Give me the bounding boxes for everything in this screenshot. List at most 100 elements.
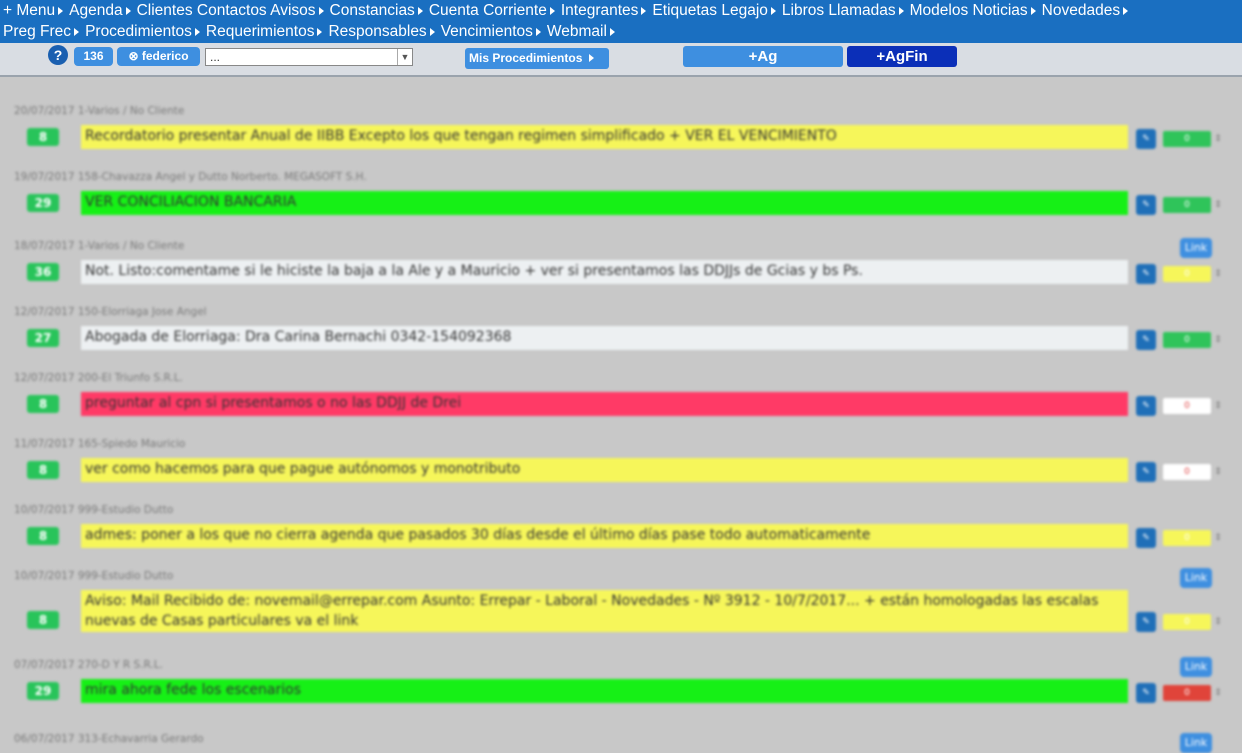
nav-item-clientes-contactos-avisos[interactable]: Clientes Contactos Avisos bbox=[137, 0, 324, 21]
stepper-icon[interactable]: ⇕ bbox=[1213, 614, 1223, 630]
edit-button[interactable]: ✎ bbox=[1136, 330, 1156, 350]
status-counter[interactable]: 0 bbox=[1163, 464, 1211, 480]
edit-button[interactable]: ✎ bbox=[1136, 396, 1156, 416]
nav-item-modelos-noticias[interactable]: Modelos Noticias bbox=[910, 0, 1036, 21]
stepper-icon[interactable]: ⇕ bbox=[1213, 266, 1223, 282]
user-button[interactable]: ⊗ federico bbox=[117, 47, 200, 66]
nav-item-label: Vencimientos bbox=[440, 23, 533, 40]
stepper-icon[interactable]: ⇕ bbox=[1213, 197, 1223, 213]
edit-button[interactable]: ✎ bbox=[1136, 129, 1156, 149]
triangle-right-icon bbox=[1030, 6, 1036, 15]
entry-meta: 12/07/2017 150-Elorriaga Jose Angel bbox=[14, 306, 207, 318]
stepper-icon[interactable]: ⇕ bbox=[1213, 131, 1223, 147]
stepper-icon[interactable]: ⇕ bbox=[1213, 332, 1223, 348]
nav-item-responsables[interactable]: Responsables bbox=[328, 21, 435, 42]
status-counter[interactable]: 0 bbox=[1163, 266, 1211, 282]
status-counter[interactable]: 0 bbox=[1163, 530, 1211, 546]
add-agenda-button[interactable]: +Ag bbox=[683, 46, 843, 67]
stepper-icon[interactable]: ⇕ bbox=[1213, 685, 1223, 701]
stepper-icon[interactable]: ⇕ bbox=[1213, 530, 1223, 546]
edit-button[interactable]: ✎ bbox=[1136, 195, 1156, 215]
nav-item-libros-llamadas[interactable]: Libros Llamadas bbox=[782, 0, 904, 21]
nav-item-cuenta-corriente[interactable]: Cuenta Corriente bbox=[429, 0, 555, 21]
entry-note[interactable]: ver como hacemos para que pague autónomo… bbox=[81, 458, 1128, 482]
status-counter[interactable]: 0 bbox=[1163, 131, 1211, 147]
triangle-right-icon bbox=[125, 6, 131, 15]
nav-item-novedades[interactable]: Novedades bbox=[1041, 0, 1129, 21]
add-agenda-fin-button[interactable]: +AgFin bbox=[847, 46, 957, 67]
mis-procedimientos-label: Mis Procedimientos bbox=[469, 51, 583, 65]
nav-row-1: + Menu Agenda Clientes Contactos Avisos Con… bbox=[3, 0, 1242, 21]
status-counter[interactable]: 0 bbox=[1163, 685, 1211, 701]
entry-meta: 20/07/2017 1-Varios / No Cliente bbox=[14, 105, 185, 117]
status-counter[interactable]: 0 bbox=[1163, 332, 1211, 348]
stepper-icon[interactable]: ⇕ bbox=[1213, 464, 1223, 480]
nav-item-agenda[interactable]: Agenda bbox=[69, 0, 131, 21]
status-counter[interactable]: 0 bbox=[1163, 197, 1211, 213]
entry-note[interactable]: Abogada de Elorriaga: Dra Carina Bernach… bbox=[81, 326, 1128, 350]
nav-item-label: Integrantes bbox=[560, 2, 639, 19]
stepper-icon[interactable]: ⇕ bbox=[1213, 398, 1223, 414]
days-badge: 29 bbox=[27, 194, 59, 212]
edit-button[interactable]: ✎ bbox=[1136, 528, 1156, 548]
nav-item-label: Responsables bbox=[328, 23, 427, 40]
nav-item-label: Cuenta Corriente bbox=[428, 2, 547, 19]
entry-meta: 18/07/2017 1-Varios / No Cliente bbox=[14, 240, 185, 252]
entry-note[interactable]: Not. Listo:comentame si le hiciste la ba… bbox=[81, 260, 1128, 284]
days-badge: 8 bbox=[27, 395, 59, 413]
status-counter[interactable]: 0 bbox=[1163, 614, 1211, 630]
link-button[interactable]: Link bbox=[1180, 568, 1212, 588]
nav-item-label: Novedades bbox=[1041, 2, 1121, 19]
days-badge: 8 bbox=[27, 527, 59, 545]
nav-item-requerimientos[interactable]: Requerimientos bbox=[206, 21, 323, 42]
entry-meta: 06/07/2017 313-Echavarria Gerardo bbox=[14, 733, 204, 745]
entry-meta: 11/07/2017 165-Spiedo Mauricio bbox=[14, 438, 186, 450]
toolbar: ? 136 ⊗ federico ... ▼ Mis Procedimiento… bbox=[0, 43, 1242, 77]
days-badge: 8 bbox=[27, 611, 59, 629]
edit-button[interactable]: ✎ bbox=[1136, 683, 1156, 703]
filter-select[interactable]: ... ▼ bbox=[205, 48, 413, 66]
entry-note[interactable]: VER CONCILIACION BANCARIA bbox=[81, 191, 1128, 215]
triangle-right-icon bbox=[588, 54, 594, 62]
entry-meta: 12/07/2017 200-El Triunfo S.R.L. bbox=[14, 372, 183, 384]
top-navigation-bar: + Menu Agenda Clientes Contactos Avisos Con… bbox=[0, 0, 1242, 43]
link-button[interactable]: Link bbox=[1180, 238, 1212, 258]
nav-item-menu[interactable]: + Menu bbox=[3, 0, 64, 21]
status-counter[interactable]: 0 bbox=[1163, 398, 1211, 414]
count-badge[interactable]: 136 bbox=[74, 47, 113, 66]
help-icon[interactable]: ? bbox=[48, 45, 68, 65]
entry-meta: 10/07/2017 999-Estudio Dutto bbox=[14, 570, 174, 582]
link-button[interactable]: Link bbox=[1180, 657, 1212, 677]
edit-button[interactable]: ✎ bbox=[1136, 612, 1156, 632]
entry-note[interactable]: admes: poner a los que no cierra agenda … bbox=[81, 524, 1128, 548]
entry-note[interactable]: Aviso: Mail Recibido de: novemail@errepa… bbox=[81, 590, 1128, 632]
triangle-right-icon bbox=[318, 6, 324, 15]
triangle-right-icon bbox=[549, 6, 555, 15]
mis-procedimientos-button[interactable]: Mis Procedimientos bbox=[465, 48, 609, 69]
edit-button[interactable]: ✎ bbox=[1136, 462, 1156, 482]
entry-note[interactable]: Recordatorio presentar Anual de IIBB Exc… bbox=[81, 125, 1128, 149]
nav-item-label: Etiquetas Legajo bbox=[652, 2, 768, 19]
triangle-right-icon bbox=[429, 27, 435, 36]
nav-item-integrantes[interactable]: Integrantes bbox=[561, 0, 647, 21]
nav-item-procedimientos[interactable]: Procedimientos bbox=[85, 21, 200, 42]
entry-meta: 07/07/2017 270-D Y R S.R.L. bbox=[14, 659, 163, 671]
triangle-right-icon bbox=[770, 6, 776, 15]
nav-item-constancias[interactable]: Constancias bbox=[330, 0, 423, 21]
nav-item-webmail[interactable]: Webmail bbox=[547, 21, 615, 42]
triangle-right-icon bbox=[74, 27, 80, 36]
triangle-right-icon bbox=[58, 6, 64, 15]
triangle-right-icon bbox=[417, 6, 423, 15]
nav-item-etiquetas-legajo[interactable]: Etiquetas Legajo bbox=[652, 0, 776, 21]
link-button[interactable]: Link bbox=[1180, 733, 1212, 753]
triangle-right-icon bbox=[898, 6, 904, 15]
entry-note[interactable]: mira ahora fede los escenarios bbox=[81, 679, 1128, 703]
entry-note[interactable]: preguntar al cpn si presentamos o no las… bbox=[81, 392, 1128, 416]
days-badge: 36 bbox=[27, 263, 59, 281]
nav-item-vencimientos[interactable]: Vencimientos bbox=[441, 21, 541, 42]
edit-button[interactable]: ✎ bbox=[1136, 264, 1156, 284]
nav-item-label: Requerimientos bbox=[205, 23, 315, 40]
triangle-right-icon bbox=[1123, 6, 1129, 15]
nav-item-preg-frec[interactable]: Preg Frec bbox=[3, 21, 80, 42]
nav-item-label: Preg Frec bbox=[3, 23, 72, 40]
